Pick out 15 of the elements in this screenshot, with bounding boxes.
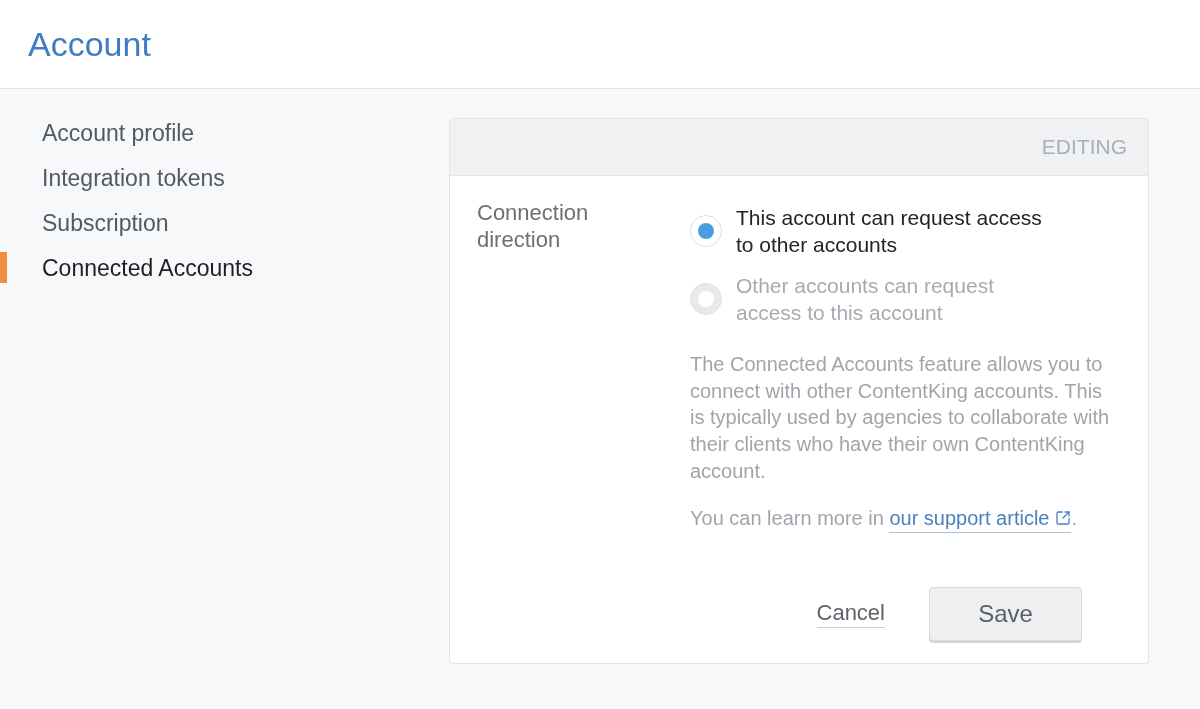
status-label: EDITING (1041, 134, 1127, 161)
sidebar-item[interactable]: Account profile (42, 118, 195, 147)
sidebar-item[interactable]: Integration tokens (42, 163, 225, 192)
description-text: The Connected Accounts feature allows you to connect with other ContentKing accounts. This is typically used by agencies to collaborate with their clients who have their own ContentKing account. (690, 352, 1111, 484)
sidebar-item[interactable]: Connected Accounts (42, 253, 253, 282)
field-label: Connection direction (477, 199, 590, 253)
external-link-icon (1055, 510, 1072, 526)
option-label[interactable]: This account can request access to other accounts (736, 204, 1054, 258)
cancel-link[interactable]: Cancel (816, 599, 885, 628)
sidebar-item[interactable]: Subscription (42, 208, 169, 237)
page-title: Account (28, 27, 151, 61)
radio-button[interactable] (690, 215, 722, 247)
save-button[interactable]: Save (929, 586, 1082, 641)
support-article-link[interactable]: our support article (889, 504, 1072, 533)
learn-more-text: You can learn more in our support article . (690, 504, 1130, 533)
